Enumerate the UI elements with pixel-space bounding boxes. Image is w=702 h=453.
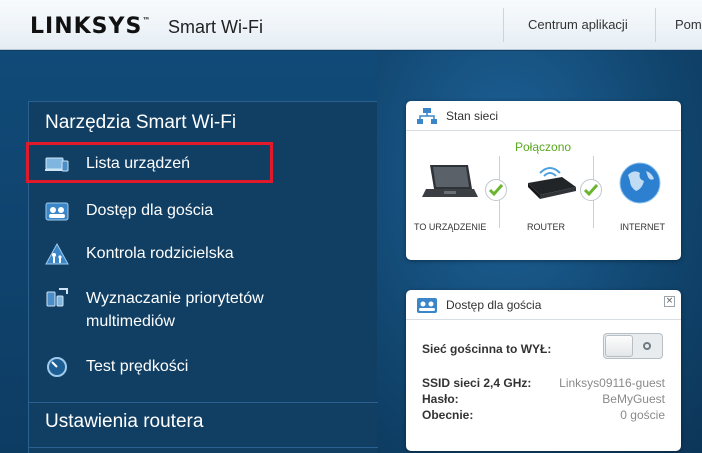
connection-status: Połączono xyxy=(515,140,572,154)
menu-item-parental-control[interactable]: Kontrola rodzicielska xyxy=(29,239,378,269)
product-name: Smart Wi-Fi xyxy=(168,17,263,37)
media-prioritization-icon xyxy=(46,288,68,307)
guest-info-row: Hasło: BeMyGuest xyxy=(406,392,681,408)
guest-info-row: SSID sieci 2,4 GHz: Linksys09116-guest xyxy=(406,376,681,392)
check-icon xyxy=(485,179,507,201)
menu-item-label: Test prędkości xyxy=(86,358,189,375)
network-map-icon xyxy=(417,108,437,124)
toggle-knob xyxy=(605,335,633,357)
parental-control-icon xyxy=(45,243,69,265)
menu-item-label: Dostęp dla gościa xyxy=(86,202,214,219)
card-header: Dostęp dla gościa xyxy=(406,290,681,320)
menu-item-speed-test[interactable]: Test prędkości xyxy=(29,352,378,382)
toggle-off-indicator xyxy=(643,342,651,350)
device-label-router: ROUTER xyxy=(527,222,565,232)
guest-info-key: Hasło: xyxy=(422,392,459,406)
card-title: Stan sieci xyxy=(446,109,499,123)
card-title: Dostęp dla gościa xyxy=(446,298,542,312)
nav-separator xyxy=(503,8,504,42)
close-icon[interactable]: × xyxy=(664,296,675,307)
guest-access-icon xyxy=(417,298,437,313)
router-icon xyxy=(528,167,576,199)
guest-info-value: Linksys09116-guest xyxy=(559,376,665,390)
menu-item-label: Kontrola rodzicielska xyxy=(86,245,234,262)
guest-info-key: SSID sieci 2,4 GHz: xyxy=(422,376,532,390)
menu-divider xyxy=(29,447,378,448)
menu-item-guest-access[interactable]: Dostęp dla gościa xyxy=(29,196,378,226)
network-status-card[interactable]: Stan sieci Połączono TO URZĄDZENIE ROUTE… xyxy=(406,101,681,260)
guest-access-card[interactable]: Dostęp dla gościa × Sieć gościnna to WYŁ… xyxy=(406,290,681,451)
globe-icon xyxy=(619,162,661,204)
linksys-logo[interactable]: LINKSYS™ xyxy=(30,14,151,39)
menu-item-media-prioritization[interactable]: Wyznaczanie priorytetów multimediów xyxy=(29,284,378,336)
guest-info-key: Obecnie: xyxy=(422,408,474,422)
nav-separator xyxy=(655,8,656,42)
menu-item-label: Wyznaczanie priorytetów xyxy=(86,290,264,307)
guest-network-toggle-label: Sieć gościnna to WYŁ: xyxy=(422,342,552,356)
menu-section-title-router[interactable]: Ustawienia routera xyxy=(45,411,203,433)
device-label-internet: INTERNET xyxy=(620,222,665,232)
guest-info-row: Obecnie: 0 goście xyxy=(406,408,681,424)
device-label-this-device: TO URZĄDZENIE xyxy=(414,222,487,232)
highlight-annotation-box xyxy=(26,142,273,183)
card-header: Stan sieci xyxy=(406,101,681,131)
nav-link-help[interactable]: Pomo xyxy=(675,17,702,32)
laptop-icon xyxy=(422,165,478,197)
check-icon xyxy=(580,179,602,201)
menu-divider xyxy=(29,402,378,403)
guest-info-value: 0 goście xyxy=(620,408,665,422)
top-header: LINKSYS™ Smart Wi-Fi Centrum aplikacji P… xyxy=(0,0,702,50)
menu-item-label-line2: multimediów xyxy=(86,313,175,330)
guest-info-value: BeMyGuest xyxy=(602,392,665,406)
nav-link-app-center[interactable]: Centrum aplikacji xyxy=(528,17,628,32)
guest-access-icon xyxy=(45,202,69,221)
menu-section-title-tools: Narzędzia Smart Wi-Fi xyxy=(45,112,237,133)
guest-network-toggle[interactable] xyxy=(603,333,663,359)
speed-test-icon xyxy=(47,357,67,377)
